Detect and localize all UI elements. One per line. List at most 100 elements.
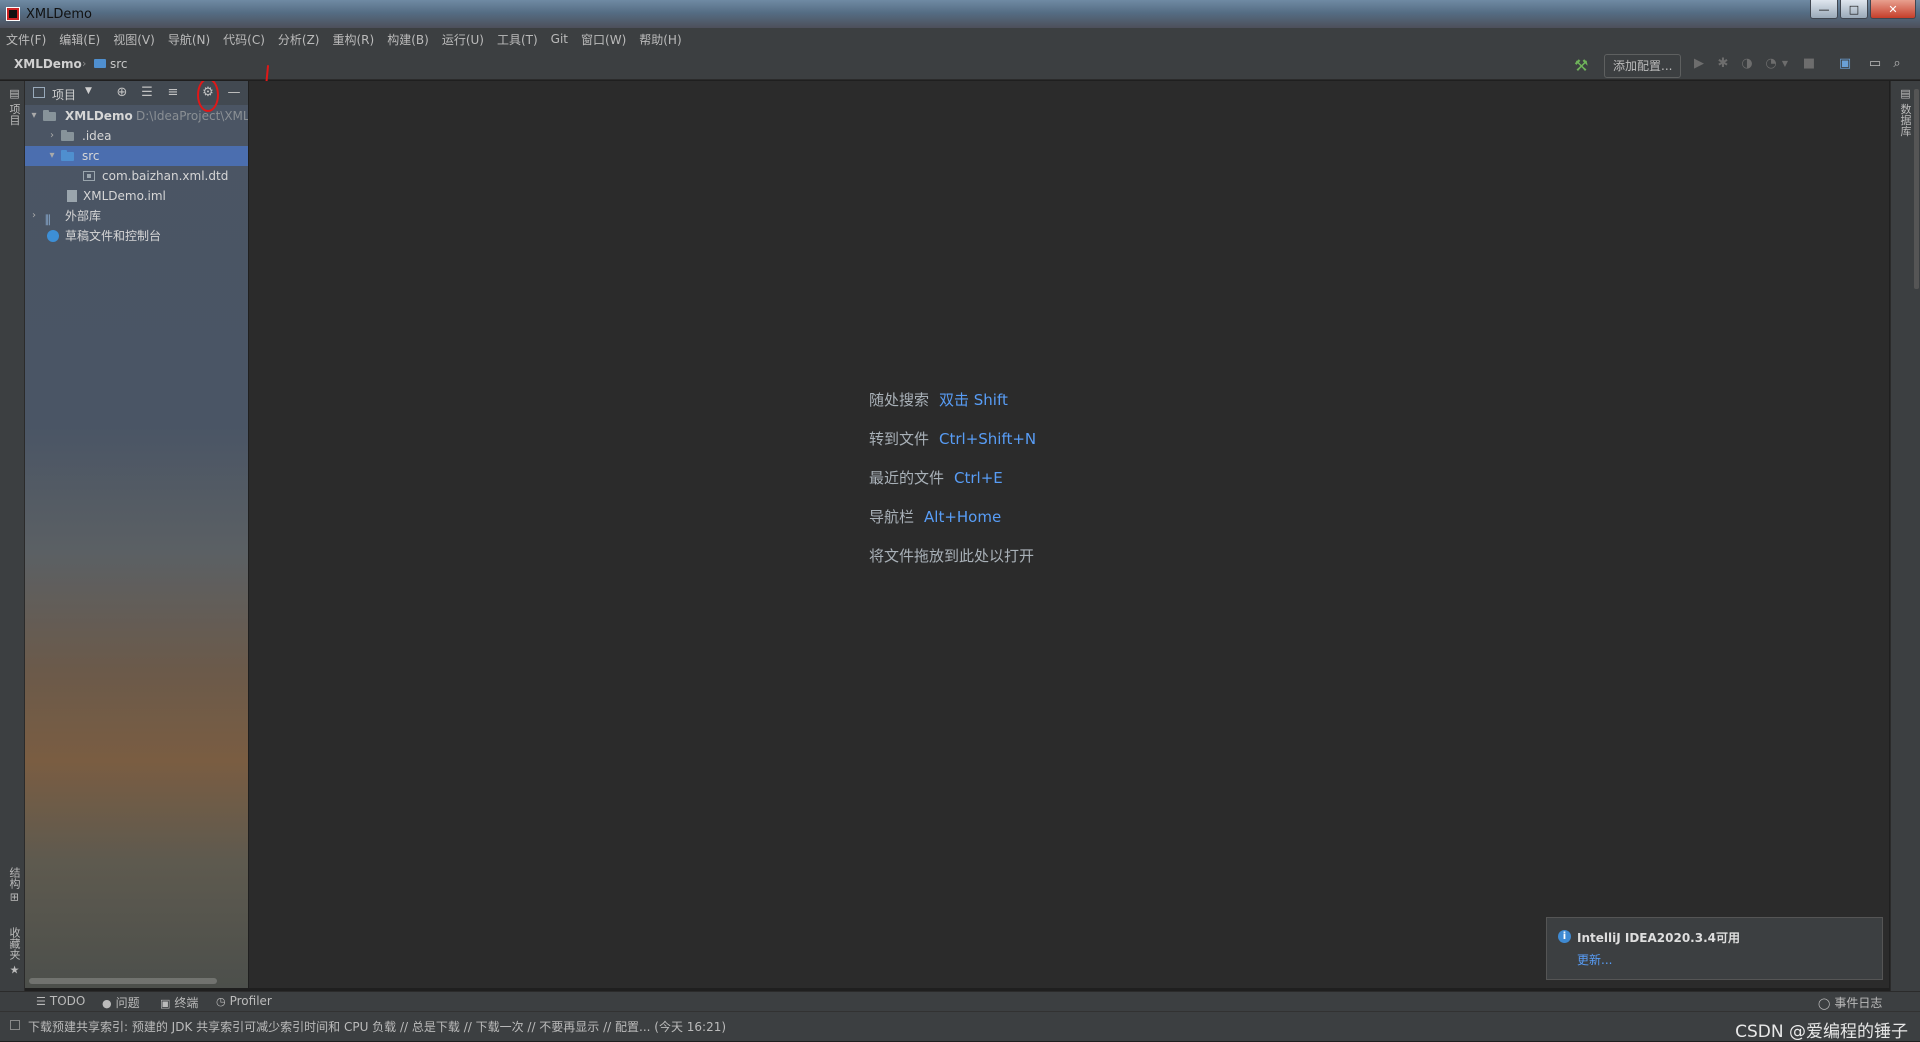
maximize-button[interactable]: □ [1840, 0, 1868, 19]
menu-file[interactable]: 文件(F) [6, 31, 46, 48]
database-tool-tab[interactable]: ▤ 数据库 [1897, 87, 1913, 137]
tree-label-libs: 外部库 [65, 209, 102, 223]
hide-panel-icon[interactable]: — [226, 85, 242, 101]
folder-icon [61, 130, 74, 141]
menu-view[interactable]: 视图(V) [113, 31, 155, 48]
status-message[interactable]: 下载预建共享索引: 预建的 JDK 共享索引可减少索引时间和 CPU 负载 //… [28, 1018, 726, 1035]
menu-bar: 文件(F) 编辑(E) 视图(V) 导航(N) 代码(C) 分析(Z) 重构(R… [0, 28, 1920, 50]
menu-window[interactable]: 窗口(W) [581, 31, 626, 48]
module-file-icon [67, 190, 77, 202]
menu-edit[interactable]: 编辑(E) [59, 31, 100, 48]
tree-node-project-root[interactable]: ▾ XMLDemo D:\IdeaProject\XMLDemo [25, 106, 248, 126]
problems-tab-label: 问题 [115, 996, 140, 1010]
build-hammer-icon[interactable]: ⚒ [1574, 56, 1588, 75]
update-notification[interactable]: i IntelliJ IDEA2020.3.4可用 更新... [1546, 917, 1883, 980]
hint-shortcut: Ctrl+E [954, 469, 1003, 487]
add-configuration-button[interactable]: 添加配置... [1604, 54, 1682, 78]
project-tool-tab[interactable]: ▤ 项目 [2, 87, 22, 126]
horizontal-scrollbar[interactable] [29, 978, 217, 984]
structure-tab-label: 结构 [8, 867, 21, 889]
todo-tab[interactable]: ☰ TODO [36, 994, 85, 1008]
problems-tab[interactable]: ● 问题 [102, 994, 140, 1011]
database-icon: ▤ [1899, 87, 1912, 100]
tree-node-iml[interactable]: XMLDemo.iml [25, 186, 248, 206]
left-tool-strip: ▤ 项目 结构 ⊞ 收藏夹 ★ [0, 81, 25, 991]
tree-label-dtd: com.baizhan.xml.dtd [102, 169, 229, 183]
warning-icon: ● [102, 997, 112, 1010]
chevron-down-icon[interactable]: ▼ [1778, 57, 1792, 71]
run-icon[interactable]: ▶ [1692, 57, 1706, 71]
project-panel: 项目 ▼ ⊕ ☰ ≡ ⚙ — ▾ XMLDemo D:\IdeaProject\… [25, 81, 248, 988]
minimize-button[interactable]: — [1810, 0, 1838, 19]
hint-shortcut: 双击 Shift [939, 391, 1008, 409]
tree-node-idea[interactable]: › .idea [25, 126, 248, 146]
project-view-selector[interactable]: 项目 [52, 86, 76, 103]
locate-file-icon[interactable]: ⊕ [114, 85, 130, 101]
profiler-tab[interactable]: ◷ Profiler [216, 994, 272, 1008]
folder-icon [94, 59, 106, 68]
hint-label: 随处搜索 [869, 391, 930, 409]
search-icon[interactable]: ⌕ [1890, 57, 1904, 71]
coverage-icon[interactable]: ◑ [1740, 57, 1754, 71]
chevron-down-icon[interactable]: ▾ [47, 146, 57, 166]
notification-title: IntelliJ IDEA2020.3.4可用 [1577, 931, 1740, 945]
close-button[interactable]: ✕ [1870, 0, 1916, 19]
terminal-tab[interactable]: ▣ 终端 [160, 994, 198, 1011]
tree-node-scratches[interactable]: 草稿文件和控制台 [25, 226, 248, 246]
menu-analyze[interactable]: 分析(Z) [278, 31, 320, 48]
hint-shortcut: Alt+Home [924, 508, 1002, 526]
hint-label: 导航栏 [869, 508, 915, 526]
project-structure-icon[interactable]: ▣ [1838, 57, 1852, 71]
todo-tab-label: TODO [49, 994, 86, 1008]
chevron-right-icon[interactable]: › [29, 206, 39, 226]
debug-icon[interactable]: ✱ [1716, 57, 1730, 71]
vertical-scrollbar[interactable] [1914, 89, 1919, 289]
project-tab-icon: ▤ [8, 87, 21, 100]
tree-label-root-path: D:\IdeaProject\XMLDemo [136, 109, 248, 123]
menu-run[interactable]: 运行(U) [442, 31, 484, 48]
editor-area[interactable]: 随处搜索 双击 Shift 转到文件 Ctrl+Shift+N 最近的文件 Ctrl+… [249, 81, 1889, 988]
breadcrumb-project[interactable]: XMLDemo [14, 57, 82, 71]
chevron-right-icon[interactable]: › [47, 126, 57, 146]
event-log-tab[interactable]: ◯ 事件日志 [1818, 994, 1882, 1011]
status-toggle-icon[interactable] [10, 1020, 20, 1030]
update-link[interactable]: 更新... [1577, 951, 1612, 968]
menu-git[interactable]: Git [551, 32, 568, 46]
hint-shortcut: Ctrl+Shift+N [939, 430, 1037, 448]
terminal-tab-label: 终端 [174, 996, 199, 1010]
event-log-tab-label: 事件日志 [1834, 996, 1883, 1010]
database-tab-label: 数据库 [1899, 103, 1912, 137]
terminal-icon: ▣ [160, 997, 171, 1010]
tree-node-external-libraries[interactable]: › ⫼ 外部库 [25, 206, 248, 227]
menu-refactor[interactable]: 重构(R) [333, 31, 375, 48]
structure-tool-tab[interactable]: 结构 ⊞ [2, 867, 22, 902]
profiler-tab-label: Profiler [229, 994, 272, 1008]
menu-tools[interactable]: 工具(T) [497, 31, 538, 48]
tree-node-src[interactable]: ▾ src [25, 146, 248, 166]
right-tool-strip: ▤ 数据库 [1890, 81, 1920, 991]
chevron-down-icon[interactable]: ▼ [85, 86, 92, 96]
hint-recent-files: 最近的文件 Ctrl+E [869, 467, 1003, 488]
menu-build[interactable]: 构建(B) [387, 31, 429, 48]
stop-icon[interactable]: ■ [1802, 57, 1816, 71]
package-icon [83, 171, 95, 181]
menu-navigate[interactable]: 导航(N) [168, 31, 210, 48]
layout-icon[interactable]: ▭ [1868, 57, 1882, 71]
source-folder-icon [61, 150, 74, 161]
favorites-tab-label: 收藏夹 [8, 927, 21, 960]
bottom-tool-bar: ☰ TODO ● 问题 ▣ 终端 ◷ Profiler ◯ 事件日志 [0, 991, 1920, 1012]
tree-node-dtd-package[interactable]: com.baizhan.xml.dtd [25, 166, 248, 186]
star-icon: ★ [8, 963, 21, 977]
breadcrumb-src[interactable]: src [110, 57, 128, 71]
profiler-icon: ◷ [216, 995, 226, 1008]
profile-icon[interactable]: ◔ [1764, 57, 1778, 71]
favorites-tool-tab[interactable]: 收藏夹 ★ [2, 927, 22, 977]
collapse-all-icon[interactable]: ≡ [165, 85, 181, 101]
menu-help[interactable]: 帮助(H) [639, 31, 681, 48]
window-controls: — □ ✕ [1810, 0, 1916, 19]
chevron-down-icon[interactable]: ▾ [29, 106, 39, 126]
project-panel-toolbar: 项目 ▼ ⊕ ☰ ≡ ⚙ — [25, 81, 248, 112]
expand-all-icon[interactable]: ☰ [139, 85, 155, 101]
menu-code[interactable]: 代码(C) [223, 31, 265, 48]
hint-drop-files: 将文件拖放到此处以打开 [869, 545, 1044, 566]
